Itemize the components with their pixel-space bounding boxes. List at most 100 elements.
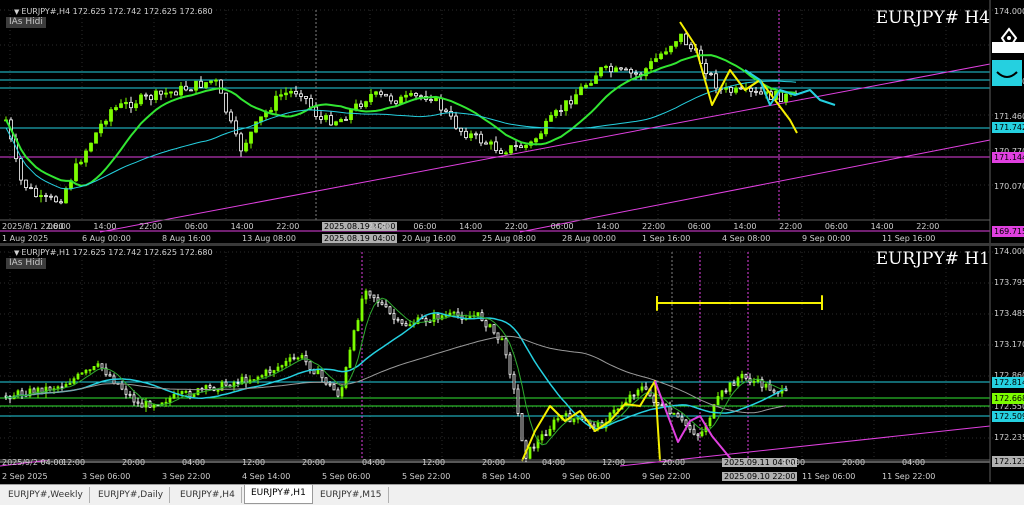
candle-body [704,63,708,75]
candle-body [216,389,220,392]
candle-body [484,142,488,145]
h4-chart-panel[interactable]: ▼ EURJPY#,H4 172.625 172.742 172.625 172.… [0,0,1024,244]
pen-nib-icon[interactable] [996,26,1022,52]
candle-body [269,109,273,113]
candle-body [139,94,143,105]
candle-body [180,391,184,394]
dropdown-arrow-icon[interactable]: ▼ [14,8,19,16]
time-tick-label: 14:00 [93,222,117,231]
candle-body [714,73,718,89]
candle-body [208,385,212,388]
candle-body [152,404,156,408]
candle-body [249,131,253,144]
candle-body [368,290,372,296]
candle-body [528,446,532,459]
candle-body [700,431,704,437]
date-tick-label: 5 Sep 22:00 [402,472,451,481]
candle-body [779,90,783,102]
candle-body [624,68,628,71]
candle-body [144,400,148,408]
candle-body [609,65,613,73]
candle-body [109,109,113,122]
candle-body [280,365,284,368]
candle-body [44,386,48,394]
candle-body [736,377,740,386]
dropdown-arrow-icon[interactable]: ▼ [14,249,19,257]
candle-body [392,312,396,320]
h4-indicator-label[interactable]: IAs Hidi [6,17,46,28]
candle-body [89,142,93,152]
date-tick-label: 11 Sep 16:00 [882,234,936,243]
candle-body [419,95,423,98]
candle-body [364,101,368,107]
candle-body [404,323,408,327]
candle-body [432,313,436,322]
tab-daily[interactable]: EURJPY#,Daily [92,487,171,503]
time-tick-label: 20:00 [482,458,506,467]
candle-body [279,94,283,97]
price-tick-label: 173.170 [994,340,1024,349]
h4-chart-canvas[interactable] [0,0,1024,244]
candle-body [44,195,48,197]
date-tick-label: 20 Aug 16:00 [402,234,456,243]
candle-body [459,127,463,132]
candle-body [724,390,728,393]
tab-m15[interactable]: EURJPY#,M15 [314,487,389,503]
candle-body [712,404,716,419]
price-level-tag: 172.668 [992,393,1024,404]
candle-body [629,68,633,74]
price-tick-label: 171.460 [994,112,1024,121]
ma-green-line [5,54,797,187]
candle-body [592,424,596,428]
time-tick-label: 22:00 [916,222,940,231]
candle-body [676,412,680,418]
h1-chart-canvas[interactable] [0,246,1024,482]
ma-gray-line [5,335,787,414]
candle-body [49,195,53,198]
candle-body [68,382,72,385]
tab-h1[interactable]: EURJPY#,H1 [244,485,313,504]
candle-body [308,361,312,370]
candle-body [728,382,732,392]
candle-body [640,386,644,391]
date-tick-label: 28 Aug 00:00 [562,234,616,243]
price-tick-label: 173.485 [994,309,1024,318]
date-tick-label: 8 Sep 14:00 [482,472,531,481]
price-tick-label: 170.070 [994,182,1024,191]
candle-body [224,381,228,386]
candle-body [520,413,524,442]
price-tick-label: 174.000 [994,7,1024,16]
candle-body [716,396,720,406]
time-tick-label: 22:00 [367,222,391,231]
tab-h4[interactable]: EURJPY#,H4 [174,487,242,503]
date-tick-label: 4 Sep 08:00 [722,234,771,243]
candle-body [534,138,538,143]
h1-indicator-label[interactable]: IAs Hidi [6,258,46,269]
candle-body [114,107,118,111]
h4-ohlc-info: ▼ EURJPY#,H4 172.625 172.742 172.625 172.… [14,7,213,16]
candle-body [409,93,413,96]
tab-weekly[interactable]: EURJPY#,Weekly [2,487,90,503]
candle-body [79,161,83,165]
candle-body [149,95,153,101]
candle-body [189,89,193,92]
h1-ohlc-info: ▼ EURJPY#,H1 172.625 172.742 172.625 172.… [14,248,213,257]
candle-body [644,386,648,390]
candle-body [268,369,272,374]
time-tick-label: 04:00 [542,458,566,467]
candle-body [744,373,748,379]
candle-body [159,90,163,95]
candle-body [84,369,88,374]
candle-body [184,391,188,393]
candle-body [479,133,483,144]
smile-indicator-icon[interactable] [992,60,1022,86]
h1-chart-panel[interactable]: ▼ EURJPY#,H1 172.625 172.742 172.625 172.… [0,246,1024,482]
candle-body [80,372,84,375]
candle-body [729,87,733,93]
candle-body [589,83,593,86]
candle-body [404,94,408,98]
candle-body [356,320,360,332]
time-tick-label: 06:00 [550,222,574,231]
candle-body [408,324,412,327]
candle-body [300,354,304,359]
